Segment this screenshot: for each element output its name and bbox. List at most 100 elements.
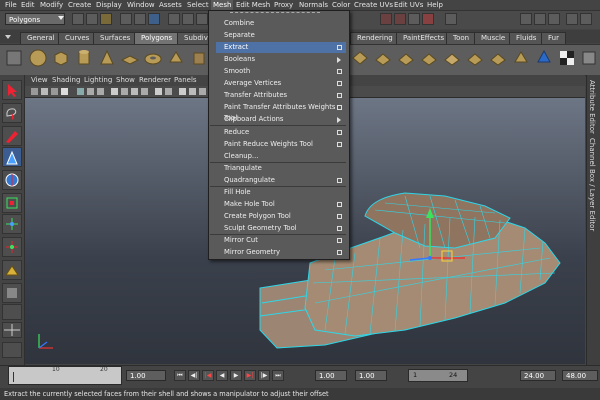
- option-box-icon[interactable]: [337, 226, 342, 231]
- open-scene-icon[interactable]: [86, 13, 98, 25]
- option-box-icon[interactable]: [337, 105, 342, 110]
- tab-fur[interactable]: Fur: [541, 32, 566, 44]
- snap-grid-icon[interactable]: [168, 13, 180, 25]
- panel-menu-show[interactable]: Show: [116, 75, 135, 85]
- layout-side-icon[interactable]: [2, 342, 22, 358]
- tab-general[interactable]: General: [20, 32, 62, 44]
- menu-create[interactable]: Create: [66, 0, 93, 10]
- mesh-menu-item-clipboard-actions[interactable]: Clipboard Actions: [216, 114, 346, 125]
- mesh-menu-item-fill-hole[interactable]: Fill Hole: [216, 187, 346, 198]
- play-forward-button[interactable]: ▶: [230, 370, 242, 381]
- layout-single-icon[interactable]: [2, 304, 22, 320]
- option-box-icon[interactable]: [337, 69, 342, 74]
- rotate-tool-icon[interactable]: [2, 170, 22, 190]
- show-tool-settings-icon[interactable]: [534, 13, 546, 25]
- option-box-icon[interactable]: [337, 214, 342, 219]
- mesh-menu-item-separate[interactable]: Separate: [216, 30, 346, 41]
- select-hierarchy-icon[interactable]: [120, 13, 132, 25]
- show-attribute-editor-icon[interactable]: [520, 13, 532, 25]
- mesh-menu-item-mirror-cut[interactable]: Mirror Cut: [216, 235, 346, 246]
- tab-painteffects[interactable]: PaintEffects: [396, 32, 452, 44]
- checker-icon[interactable]: [557, 48, 577, 68]
- menu-mesh[interactable]: Mesh: [211, 0, 234, 10]
- poly-prism-icon[interactable]: [166, 48, 186, 68]
- insert-edge-loop-icon[interactable]: [465, 48, 485, 68]
- split-polygon-icon[interactable]: [442, 48, 462, 68]
- menu-color[interactable]: Color: [330, 0, 352, 10]
- mesh-menu-item-extract[interactable]: Extract: [216, 42, 346, 53]
- show-channel-box-icon[interactable]: [548, 13, 560, 25]
- select-component-icon[interactable]: [148, 13, 160, 25]
- mesh-menu-item-create-polygon-tool[interactable]: Create Polygon Tool: [216, 211, 346, 222]
- option-box-icon[interactable]: [337, 130, 342, 135]
- tab-toon[interactable]: Toon: [446, 32, 477, 44]
- render-current-icon[interactable]: [380, 13, 392, 25]
- mesh-menu-item-reduce[interactable]: Reduce: [216, 127, 346, 138]
- panel-menu-panels[interactable]: Panels: [174, 75, 197, 85]
- tab-surfaces[interactable]: Surfaces: [93, 32, 138, 44]
- mesh-menu-item-quadrangulate[interactable]: Quadrangulate: [216, 175, 346, 186]
- mesh-menu-item-sculpt-geometry-tool[interactable]: Sculpt Geometry Tool: [216, 223, 346, 234]
- last-tool-icon[interactable]: [2, 283, 22, 303]
- option-box-icon[interactable]: [337, 93, 342, 98]
- uv-editor-icon[interactable]: [534, 48, 554, 68]
- scale-tool-icon[interactable]: [2, 193, 22, 213]
- menu-display[interactable]: Display: [94, 0, 124, 10]
- mesh-menu-item-transfer-attributes[interactable]: Transfer Attributes: [216, 90, 346, 101]
- select-object-icon[interactable]: [134, 13, 146, 25]
- tear-off-handle[interactable]: [230, 12, 320, 16]
- mesh-menu-item-make-hole-tool[interactable]: Make Hole Tool: [216, 199, 346, 210]
- animation-end-field[interactable]: 48.00: [562, 370, 598, 381]
- step-forward-key-button[interactable]: |▶: [258, 370, 270, 381]
- step-back-key-button[interactable]: ◀︎|: [188, 370, 200, 381]
- mesh-menu-item-booleans[interactable]: Booleans: [216, 54, 346, 65]
- layout-four-icon[interactable]: [2, 322, 22, 338]
- lasso-tool-icon[interactable]: [2, 103, 22, 123]
- new-scene-icon[interactable]: [72, 13, 84, 25]
- smooth-icon[interactable]: [511, 48, 531, 68]
- mesh-menu-item-paint-reduce-weights-tool[interactable]: Paint Reduce Weights Tool: [216, 139, 346, 150]
- menu-assets[interactable]: Assets: [157, 0, 184, 10]
- animation-start-field[interactable]: 1.00: [355, 370, 387, 381]
- paint-select-icon[interactable]: [2, 126, 22, 146]
- menu-normals[interactable]: Normals: [297, 0, 330, 10]
- snap-point-icon[interactable]: [196, 13, 208, 25]
- tab-rendering[interactable]: Rendering: [350, 32, 400, 44]
- option-box-icon[interactable]: [337, 250, 342, 255]
- panel-menu-view[interactable]: View: [31, 75, 48, 85]
- tab-attribute-editor[interactable]: Attribute Editor: [588, 80, 596, 134]
- poly-plane-icon[interactable]: [120, 48, 140, 68]
- option-box-icon[interactable]: [337, 45, 342, 50]
- extrude-icon[interactable]: [373, 48, 393, 68]
- menu-modify[interactable]: Modify: [38, 0, 65, 10]
- mesh-menu-item-smooth[interactable]: Smooth: [216, 66, 346, 77]
- offset-edge-loop-icon[interactable]: [488, 48, 508, 68]
- panel-menu-lighting[interactable]: Lighting: [84, 75, 112, 85]
- menu-edit[interactable]: Edit: [19, 0, 37, 10]
- menu-edit-mesh[interactable]: Edit Mesh: [234, 0, 272, 10]
- tab-curves[interactable]: Curves: [58, 32, 97, 44]
- menu-edit-uvs[interactable]: Edit UVs: [392, 0, 425, 10]
- mesh-menu-item-triangulate[interactable]: Triangulate: [216, 163, 346, 174]
- universal-manipulator-icon[interactable]: [2, 214, 22, 234]
- poly-cube-icon[interactable]: [51, 48, 71, 68]
- mesh-menu-item-average-vertices[interactable]: Average Vertices: [216, 78, 346, 89]
- mesh-menu-item-combine[interactable]: Combine: [216, 18, 346, 29]
- play-backward-button[interactable]: ◀: [216, 370, 228, 381]
- layout-icon[interactable]: [566, 13, 578, 25]
- poly-pipe-icon[interactable]: [189, 48, 209, 68]
- tab-fluids[interactable]: Fluids: [509, 32, 544, 44]
- menu-proxy[interactable]: Proxy: [272, 0, 295, 10]
- option-box-icon[interactable]: [337, 238, 342, 243]
- go-to-start-button[interactable]: ⏮: [174, 370, 186, 381]
- step-forward-frame-button[interactable]: ▶|: [244, 370, 256, 381]
- poly-torus-icon[interactable]: [143, 48, 163, 68]
- shelf-menu-icon[interactable]: [3, 32, 13, 42]
- option-box-icon[interactable]: [337, 178, 342, 183]
- range-end-field[interactable]: 24.00: [520, 370, 556, 381]
- save-scene-icon[interactable]: [100, 13, 112, 25]
- option-box-icon[interactable]: [337, 81, 342, 86]
- ipr-render-icon[interactable]: [394, 13, 406, 25]
- shelf-options-icon[interactable]: [4, 48, 24, 68]
- mesh-menu-item-mirror-geometry[interactable]: Mirror Geometry: [216, 247, 346, 258]
